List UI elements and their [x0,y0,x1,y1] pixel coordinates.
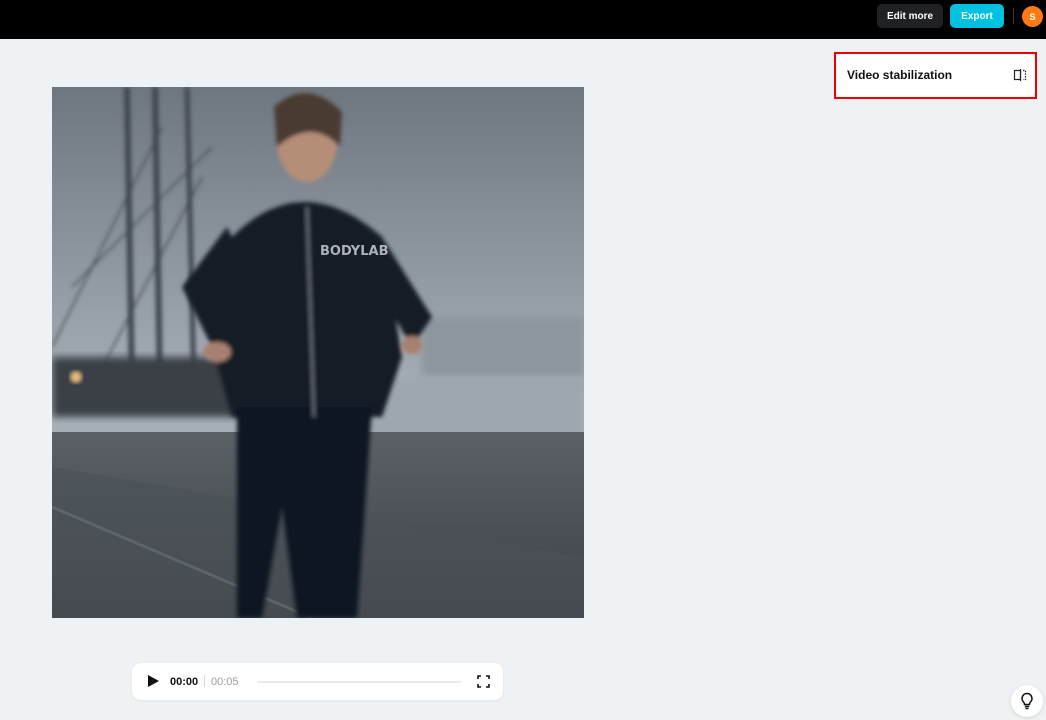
lightbulb-button[interactable] [1011,685,1043,717]
top-bar: Edit more Export S [0,0,1046,39]
fullscreen-icon[interactable] [477,675,490,688]
video-frame-image: BODYLAB [52,87,584,618]
total-time: 00:05 [211,676,239,688]
header-divider [1013,8,1014,24]
export-button[interactable]: Export [950,4,1004,28]
player-controls: 00:00 00:05 [132,663,503,700]
video-preview[interactable]: BODYLAB [52,87,584,618]
avatar[interactable]: S [1022,6,1043,27]
current-time: 00:00 [170,676,199,688]
compare-split-icon[interactable] [1013,68,1027,82]
progress-bar[interactable] [257,681,461,683]
hoodie-print-text: BODYLAB [320,244,388,259]
time-separator [204,675,205,687]
edit-more-button[interactable]: Edit more [877,4,943,28]
panel-title: Video stabilization [847,68,953,82]
lightbulb-icon [1021,692,1033,710]
play-icon[interactable] [146,674,160,688]
video-stabilization-panel[interactable]: Video stabilization [836,54,1035,97]
